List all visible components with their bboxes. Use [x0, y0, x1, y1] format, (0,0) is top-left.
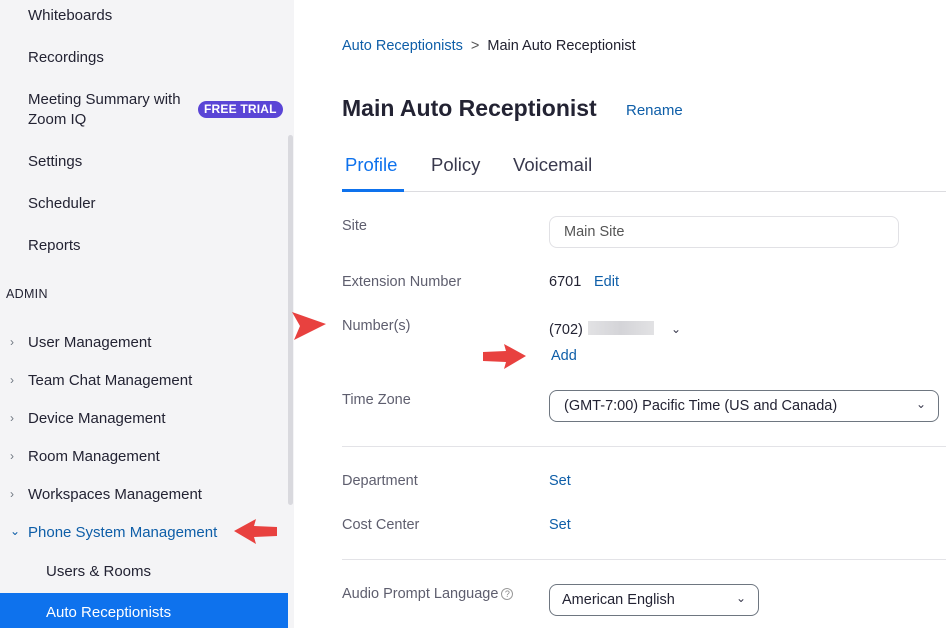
active-tab-indicator — [342, 189, 404, 192]
admin-section-label: ADMIN — [6, 287, 48, 301]
add-number-link[interactable]: Add — [551, 348, 577, 364]
sidebar-item-recordings[interactable]: Recordings — [28, 49, 104, 66]
help-icon[interactable]: ? — [501, 588, 514, 600]
annotation-arrow-icon — [234, 519, 277, 544]
sidebar-item-workspaces-management[interactable]: Workspaces Management — [28, 486, 202, 503]
site-field[interactable]: Main Site — [549, 216, 899, 248]
department-label: Department — [342, 473, 418, 489]
sidebar-item-users-rooms[interactable]: Users & Rooms — [46, 563, 151, 580]
sidebar-item-user-management[interactable]: User Management — [28, 334, 151, 351]
tab-profile[interactable]: Profile — [345, 154, 397, 176]
sidebar-item-label: Auto Receptionists — [46, 604, 172, 621]
chevron-down-icon: ⌄ — [10, 524, 21, 538]
sidebar-item-scheduler[interactable]: Scheduler — [28, 195, 96, 212]
sidebar-item-reports[interactable]: Reports — [28, 237, 81, 254]
sidebar-item-team-chat-management[interactable]: Team Chat Management — [28, 372, 192, 389]
rename-link[interactable]: Rename — [626, 102, 683, 119]
extension-label: Extension Number — [342, 274, 462, 290]
timezone-select[interactable]: (GMT-7:00) Pacific Time (US and Canada) … — [549, 390, 939, 422]
sidebar-item-device-management[interactable]: Device Management — [28, 410, 166, 427]
audio-language-label: Audio Prompt Language? — [342, 586, 514, 602]
free-trial-badge: FREE TRIAL — [198, 101, 283, 118]
tab-voicemail[interactable]: Voicemail — [513, 154, 592, 176]
cost-center-label: Cost Center — [342, 517, 420, 533]
cost-center-set-link[interactable]: Set — [549, 517, 571, 533]
chevron-right-icon: › — [10, 487, 14, 501]
chevron-down-icon[interactable]: ⌄ — [671, 322, 681, 336]
audio-language-label-text: Audio Prompt Language — [342, 586, 499, 602]
sidebar-item-phone-system-management[interactable]: Phone System Management — [28, 524, 217, 541]
chevron-right-icon: › — [10, 449, 14, 463]
sidebar-item-room-management[interactable]: Room Management — [28, 448, 160, 465]
audio-language-value: American English — [562, 592, 675, 608]
sidebar-item-auto-receptionists[interactable]: Auto Receptionists — [0, 593, 288, 628]
breadcrumb-separator-icon: > — [470, 38, 480, 54]
timezone-value: (GMT-7:00) Pacific Time (US and Canada) — [564, 398, 838, 414]
sidebar-item-meeting-summary[interactable]: Meeting Summary with — [28, 91, 181, 108]
timezone-label: Time Zone — [342, 392, 411, 408]
site-value: Main Site — [564, 224, 625, 240]
extension-edit-link[interactable]: Edit — [594, 274, 619, 290]
chevron-right-icon: › — [10, 411, 14, 425]
sidebar-item-whiteboards[interactable]: Whiteboards — [28, 7, 112, 24]
annotation-arrow-icon — [483, 344, 526, 369]
chevron-right-icon: › — [10, 373, 14, 387]
sidebar-item-settings[interactable]: Settings — [28, 153, 82, 170]
department-set-link[interactable]: Set — [549, 473, 571, 489]
site-label: Site — [342, 218, 367, 234]
number-value: (702) — [549, 322, 583, 338]
redacted-number — [588, 321, 654, 335]
page-title: Main Auto Receptionist — [342, 95, 597, 121]
breadcrumb-current: Main Auto Receptionist — [487, 38, 636, 54]
numbers-label: Number(s) — [342, 318, 411, 334]
divider — [342, 559, 946, 560]
chevron-down-icon: ⌄ — [736, 591, 747, 605]
breadcrumb-parent-link[interactable]: Auto Receptionists — [342, 38, 463, 54]
breadcrumb: Auto Receptionists > Main Auto Receptionis… — [342, 38, 636, 54]
extension-value: 6701 — [549, 274, 582, 290]
sidebar-item-meeting-summary-line2[interactable]: Zoom IQ — [28, 111, 86, 128]
audio-language-select[interactable]: American English ⌄ — [549, 584, 759, 616]
chevron-right-icon: › — [10, 335, 14, 349]
divider — [342, 446, 946, 447]
tab-policy[interactable]: Policy — [431, 154, 480, 176]
tab-bar: Profile Policy Voicemail — [342, 150, 946, 192]
chevron-down-icon: ⌄ — [916, 397, 927, 411]
annotation-arrow-icon — [292, 312, 326, 340]
